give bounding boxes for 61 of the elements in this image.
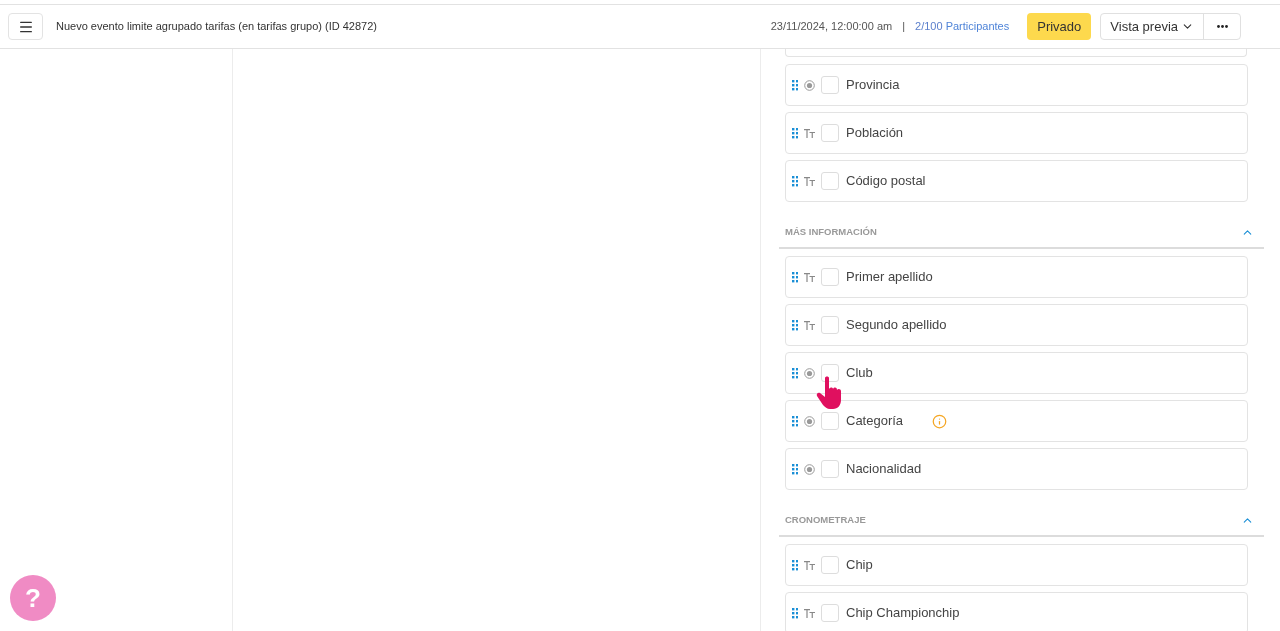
checkbox[interactable] [821,364,839,382]
checkbox[interactable] [821,460,839,478]
text-type-icon [804,128,815,138]
drag-handle-icon[interactable] [792,79,798,91]
drag-handle-icon[interactable] [792,607,798,619]
drag-handle-icon[interactable] [792,367,798,379]
checkbox[interactable] [821,76,839,94]
drag-handle-icon[interactable] [792,559,798,571]
text-type-icon [804,608,815,618]
drag-handle-icon[interactable] [792,127,798,139]
radio-icon [804,79,815,91]
drag-handle-icon[interactable] [792,415,798,427]
menu-button[interactable] [8,13,43,40]
section-heading: CRONOMETRAJE [785,513,866,527]
separator: | [902,19,906,35]
radio-icon [804,463,815,475]
event-title: Nuevo evento limite agrupado tarifas (en tarifas grupo) (ID 42872) [56,19,377,35]
field-label: Código postal [846,172,926,191]
field-card[interactable]: Categoría [785,400,1248,442]
radio-icon [804,415,815,427]
drag-handle-icon[interactable] [792,319,798,331]
checkbox[interactable] [821,268,839,286]
text-type-icon [804,560,815,570]
field-label: Chip Championchip [846,604,960,623]
field-label: Nacionalidad [846,460,922,479]
checkbox[interactable] [821,412,839,430]
field-card[interactable]: Nacionalidad [785,448,1248,490]
text-type-icon [804,320,815,330]
event-date: 23/11/2024, 12:00:00 am [770,19,893,35]
checkbox[interactable] [821,316,839,334]
field-card[interactable]: Provincia [785,64,1248,106]
field-label: Club [846,364,873,383]
drag-handle-icon[interactable] [792,175,798,187]
checkbox[interactable] [821,604,839,622]
field-label: Población [846,124,904,143]
more-icon [1216,25,1228,28]
drag-handle-icon[interactable] [792,271,798,283]
drag-handle-icon[interactable] [792,463,798,475]
section-heading: MÁS INFORMACIÓN [785,225,877,239]
field-card[interactable] [785,49,1247,57]
text-type-icon [804,176,815,186]
checkbox[interactable] [821,172,839,190]
field-label: Categoría [846,412,904,431]
info-icon[interactable] [932,413,948,429]
field-label: Chip [846,556,873,575]
participants-link[interactable]: 2/100 Participantes [915,18,1010,35]
checkbox[interactable] [821,124,839,142]
field-label: Provincia [846,76,900,95]
private-button[interactable]: Privado [1027,13,1092,40]
field-card[interactable]: Club [785,352,1248,394]
field-card[interactable]: Código postal [785,160,1248,202]
field-label: Segundo apellido [846,316,947,335]
field-label: Primer apellido [846,268,933,287]
field-card[interactable]: Segundo apellido [785,304,1248,346]
radio-icon [804,367,815,379]
field-card[interactable]: Chip [785,544,1248,586]
checkbox[interactable] [821,556,839,574]
field-card[interactable]: Chip Championchip [785,592,1248,631]
text-type-icon [804,272,815,282]
field-card[interactable]: Población [785,112,1248,154]
field-card[interactable]: Primer apellido [785,256,1248,298]
